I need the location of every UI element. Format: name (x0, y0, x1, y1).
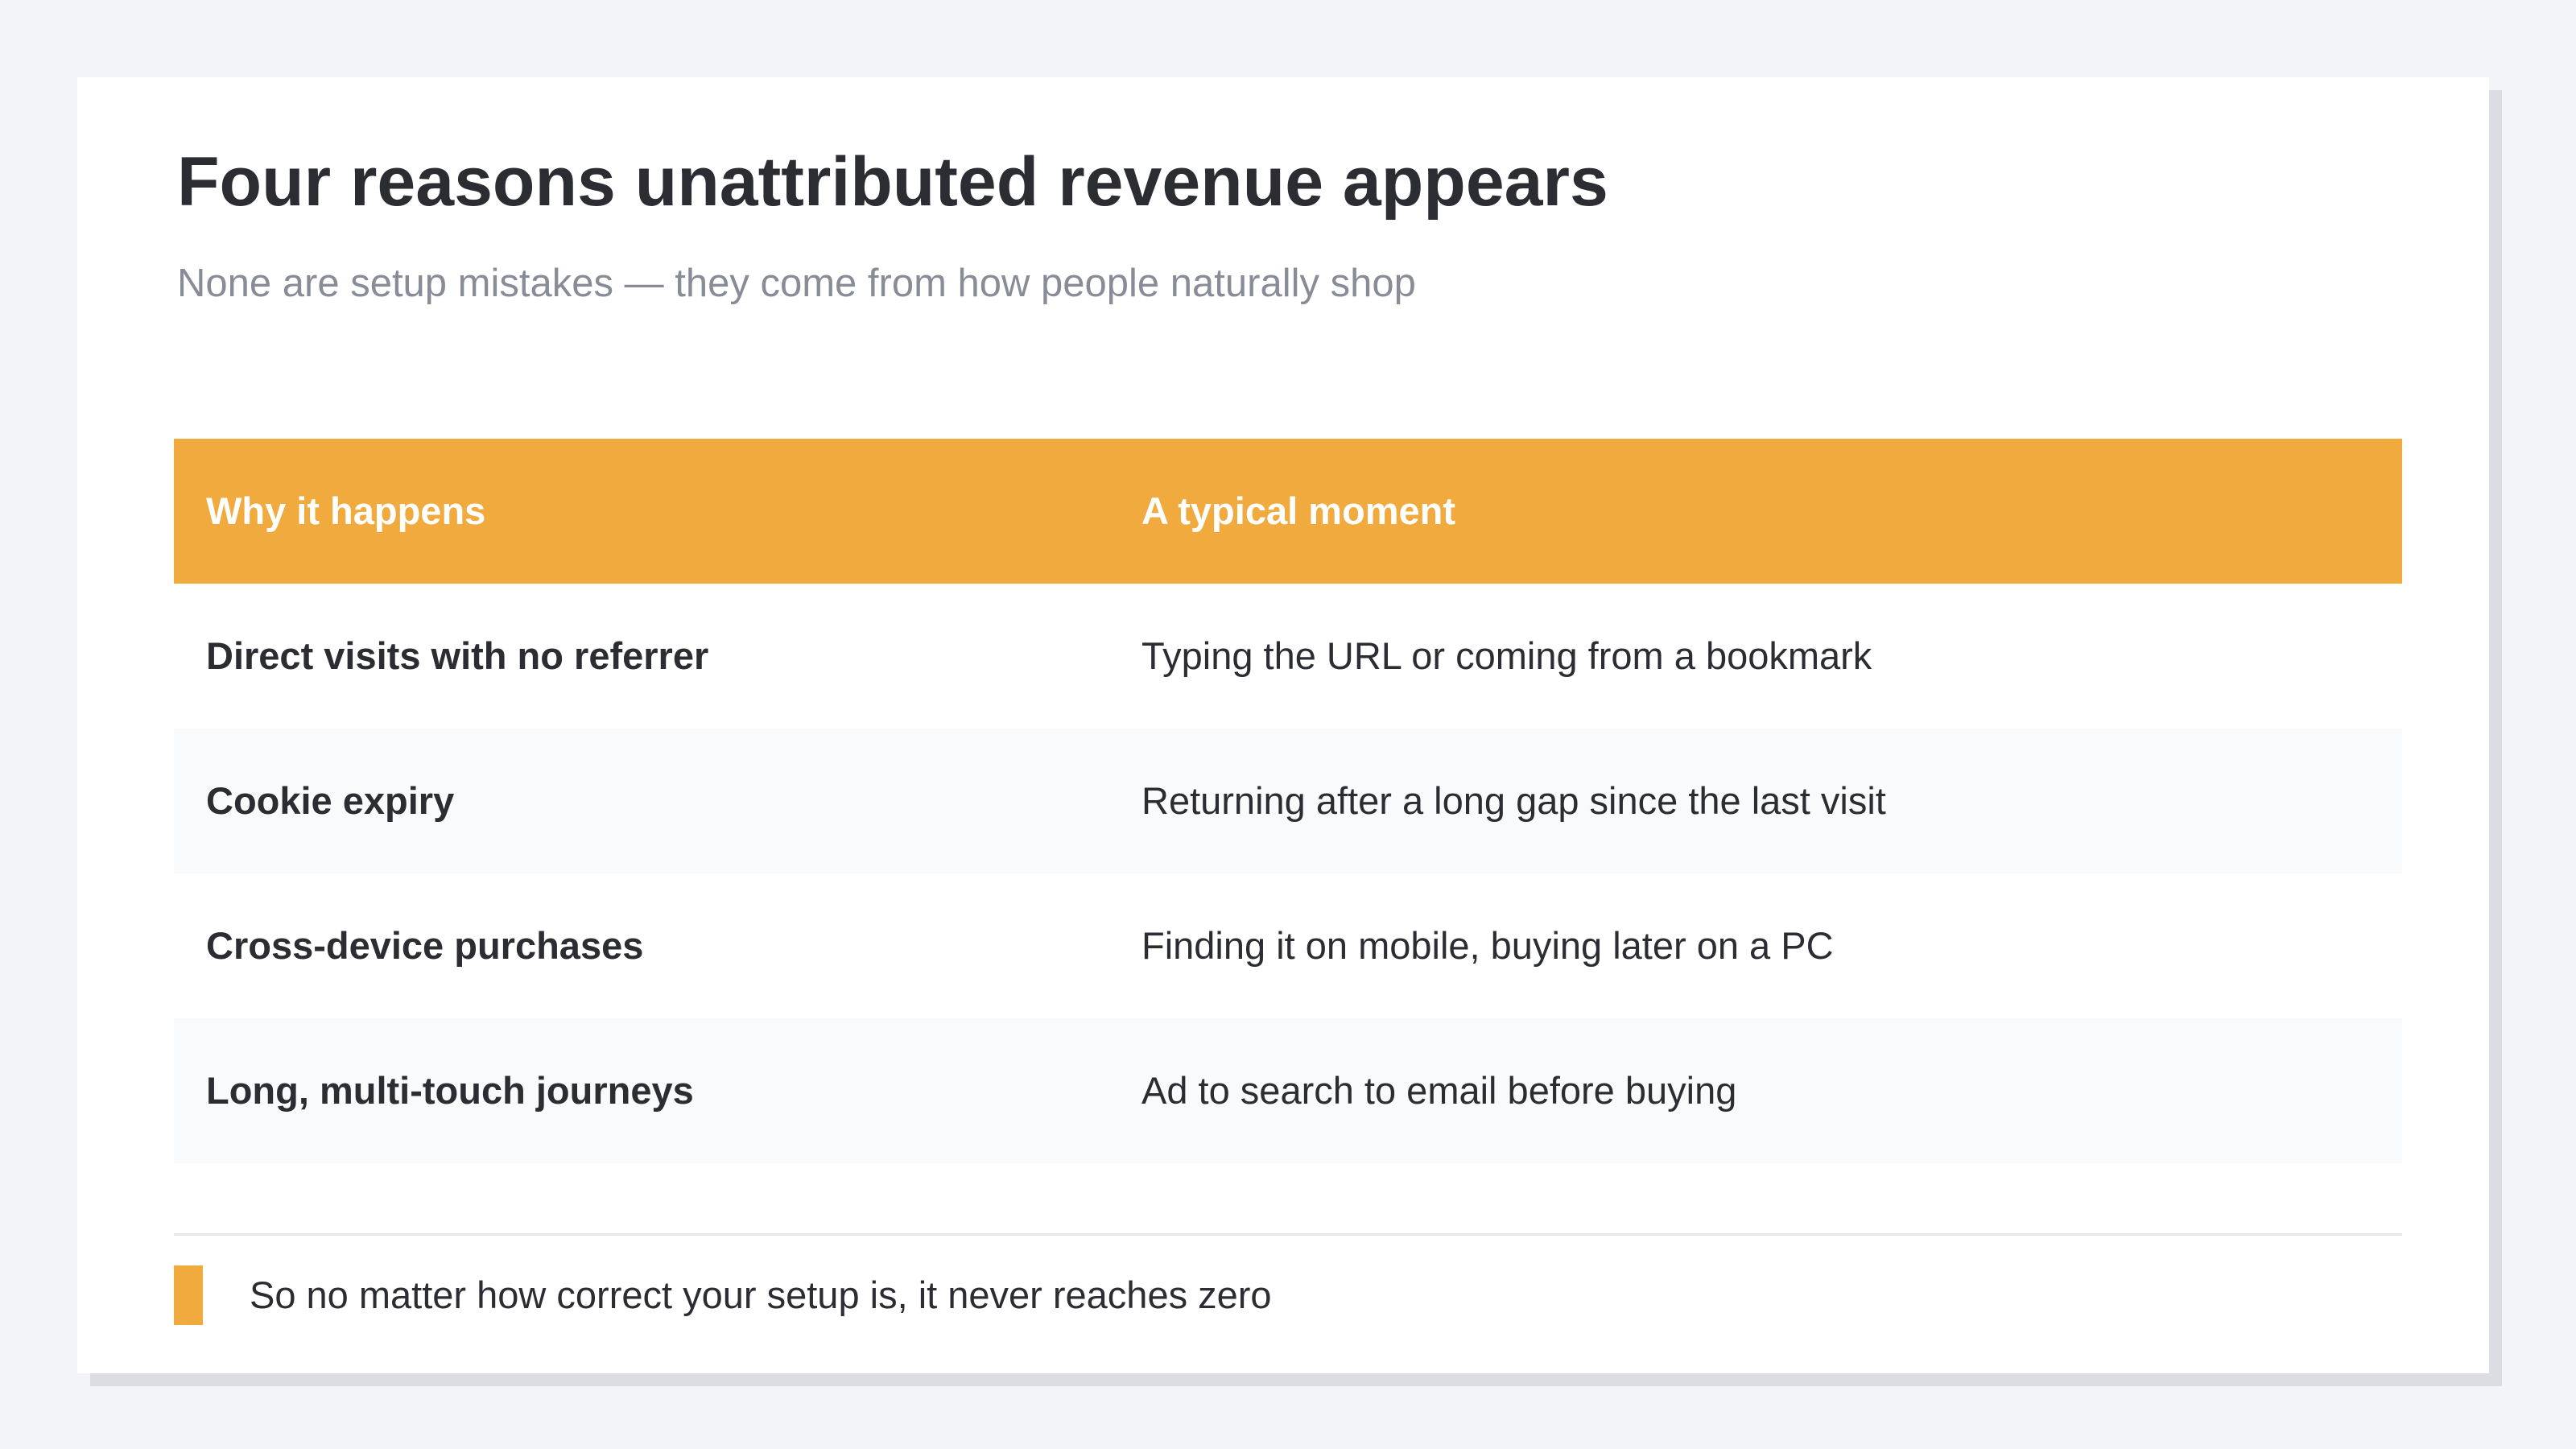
reason-cell: Direct visits with no referrer (206, 634, 709, 677)
column-header-why: Why it happens (206, 489, 486, 532)
reason-cell: Cross-device purchases (206, 924, 644, 967)
moment-cell: Typing the URL or coming from a bookmark (1141, 634, 1872, 677)
reason-cell: Long, multi-touch journeys (206, 1069, 694, 1112)
moment-cell: Ad to search to email before buying (1141, 1069, 1737, 1112)
table-header-row: Why it happens A typical moment (174, 439, 2402, 584)
moment-cell: Finding it on mobile, buying later on a … (1141, 924, 1834, 967)
table-row: Cookie expiry Returning after a long gap… (174, 729, 2402, 873)
slide-card: Four reasons unattributed revenue appear… (77, 77, 2489, 1373)
moment-cell: Returning after a long gap since the las… (1141, 779, 1886, 822)
note-accent-bar (174, 1265, 203, 1325)
page-subtitle: None are setup mistakes — they come from… (177, 262, 1416, 305)
note-text: So no matter how correct your setup is, … (250, 1274, 1272, 1316)
page-title: Four reasons unattributed revenue appear… (177, 143, 1608, 221)
column-header-moment: A typical moment (1141, 489, 1455, 532)
divider (174, 1233, 2402, 1236)
reason-cell: Cookie expiry (206, 779, 455, 822)
table-row: Long, multi-touch journeys Ad to search … (174, 1018, 2402, 1163)
reasons-table: Why it happens A typical moment Direct v… (174, 439, 2402, 1163)
table-row: Direct visits with no referrer Typing th… (174, 584, 2402, 729)
table-row: Cross-device purchases Finding it on mob… (174, 873, 2402, 1018)
